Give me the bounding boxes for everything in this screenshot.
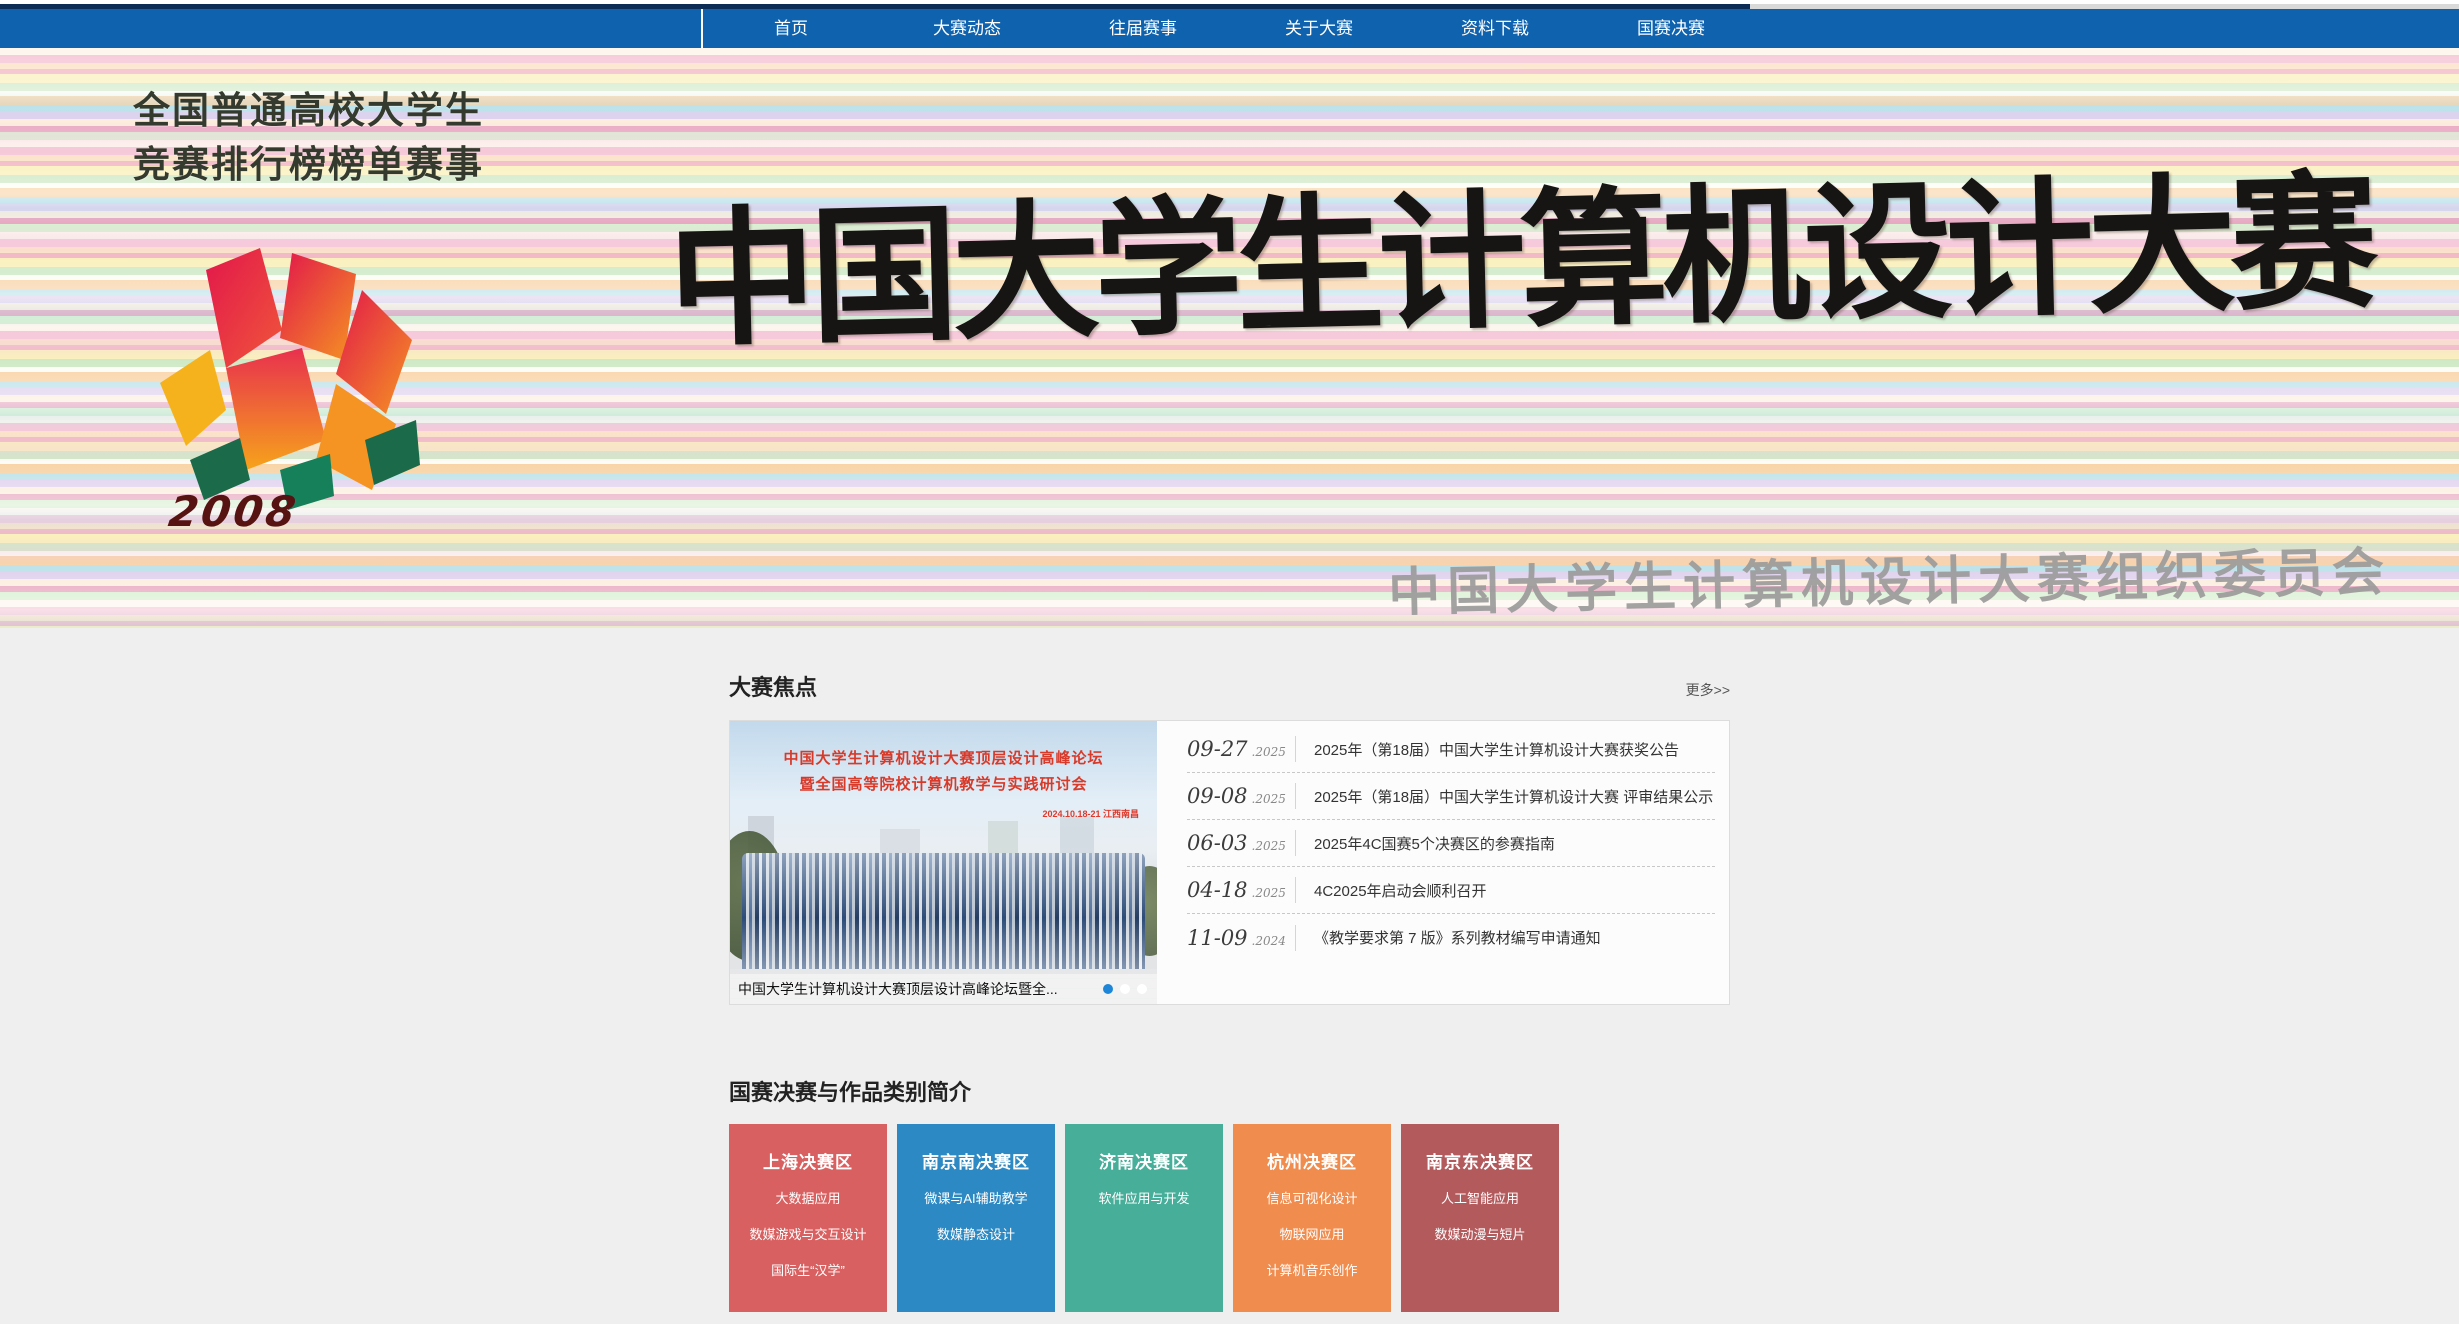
news-date-wrap: 04-18 .2025 <box>1187 878 1279 902</box>
zone-card-line: 数媒静态设计 <box>897 1224 1055 1243</box>
carousel-dots <box>1093 984 1157 994</box>
banner-subtitle: 中国大学生计算机设计大赛组织委员会 <box>1387 530 2391 626</box>
zone-card-lines: 微课与AI辅助教学数媒静态设计 <box>897 1188 1055 1243</box>
photo-crowd <box>742 853 1145 971</box>
flower-petal <box>280 253 356 360</box>
news-divider <box>1295 925 1296 951</box>
nav-item-2[interactable]: 大赛动态 <box>879 9 1055 48</box>
nav-menu: 首页大赛动态往届赛事关于大赛资料下载国赛决赛 <box>701 9 1759 48</box>
nav-item-6[interactable]: 国赛决赛 <box>1583 9 1759 48</box>
banner-tagline-line1: 全国普通高校大学生 <box>133 84 484 138</box>
carousel-dot-3[interactable] <box>1137 984 1147 994</box>
zone-card-title: 南京东决赛区 <box>1401 1148 1559 1173</box>
news-date: 06-03 <box>1187 831 1248 855</box>
zone-card-line: 人工智能应用 <box>1401 1188 1559 1207</box>
flower-petal <box>160 350 226 446</box>
zone-card-lines: 软件应用与开发 <box>1065 1188 1223 1207</box>
news-date-wrap: 09-27 .2025 <box>1187 737 1279 761</box>
news-date: 04-18 <box>1187 878 1248 902</box>
news-divider <box>1295 830 1296 856</box>
news-date-wrap: 06-03 .2025 <box>1187 831 1279 855</box>
news-year: .2025 <box>1252 745 1286 759</box>
zone-card-1[interactable]: 上海决赛区 大数据应用数媒游戏与交互设计国际生“汉学” <box>729 1124 887 1312</box>
zone-card-line: 物联网应用 <box>1233 1224 1391 1243</box>
photo-date: 2024.10.18-21 江西南昌 <box>1042 807 1139 820</box>
zone-card-line: 微课与AI辅助教学 <box>897 1188 1055 1207</box>
zone-card-line: 国际生“汉学” <box>729 1260 887 1279</box>
photo-title-line2: 暨全国高等院校计算机教学与实践研讨会 <box>730 773 1157 794</box>
news-year: .2025 <box>1252 792 1286 806</box>
news-date-wrap: 11-09 .2024 <box>1187 926 1279 950</box>
news-year: .2025 <box>1252 886 1286 900</box>
news-title: 2025年（第18届）中国大学生计算机设计大赛 评审结果公示 <box>1314 786 1713 807</box>
photo-title-line1: 中国大学生计算机设计大赛顶层设计高峰论坛 <box>730 747 1157 768</box>
news-divider <box>1295 877 1296 903</box>
zone-card-line: 大数据应用 <box>729 1188 887 1207</box>
flower-petal <box>206 248 282 368</box>
zones-section-header: 国赛决赛与作品类别简介 <box>729 1081 1730 1105</box>
zone-card-2[interactable]: 南京南决赛区 微课与AI辅助教学数媒静态设计 <box>897 1124 1055 1312</box>
zone-card-3[interactable]: 济南决赛区 软件应用与开发 <box>1065 1124 1223 1312</box>
carousel-dot-2[interactable] <box>1120 984 1130 994</box>
nav-item-5[interactable]: 资料下载 <box>1407 9 1583 48</box>
carousel-dot-1[interactable] <box>1103 984 1113 994</box>
nav-item-3[interactable]: 往届赛事 <box>1055 9 1231 48</box>
zones-section-title: 国赛决赛与作品类别简介 <box>729 1081 971 1105</box>
zone-card-lines: 人工智能应用数媒动漫与短片 <box>1401 1188 1559 1243</box>
banner-tagline: 全国普通高校大学生 竞赛排行榜榜单赛事 <box>133 84 484 192</box>
news-item-2[interactable]: 09-08 .2025 2025年（第18届）中国大学生计算机设计大赛 评审结果… <box>1187 773 1715 820</box>
zone-card-lines: 信息可视化设计物联网应用计算机音乐创作 <box>1233 1188 1391 1279</box>
news-divider <box>1295 783 1296 809</box>
news-title: 2025年4C国赛5个决赛区的参赛指南 <box>1314 833 1555 854</box>
news-item-5[interactable]: 11-09 .2024 《教学要求第 7 版》系列教材编写申请通知 <box>1187 914 1715 961</box>
news-item-1[interactable]: 09-27 .2025 2025年（第18届）中国大学生计算机设计大赛获奖公告 <box>1187 726 1715 773</box>
news-divider <box>1295 736 1296 762</box>
focus-box: 中国大学生计算机设计大赛顶层设计高峰论坛 暨全国高等院校计算机教学与实践研讨会 … <box>729 720 1730 1005</box>
zone-card-title: 杭州决赛区 <box>1233 1148 1391 1173</box>
zone-card-lines: 大数据应用数媒游戏与交互设计国际生“汉学” <box>729 1188 887 1279</box>
main-navbar: 首页大赛动态往届赛事关于大赛资料下载国赛决赛 <box>0 9 2459 48</box>
zone-card-title: 济南决赛区 <box>1065 1148 1223 1173</box>
zone-card-line: 信息可视化设计 <box>1233 1188 1391 1207</box>
hero-banner: 全国普通高校大学生 竞赛排行榜榜单赛事 2008 中国大学生计算机设计大赛 中国… <box>0 48 2459 628</box>
news-date-wrap: 09-08 .2025 <box>1187 784 1279 808</box>
page-content: 大赛焦点 更多>> 中国大学生计算机设计大赛顶层设计高峰论坛 暨全国高等院校计算… <box>729 676 1730 1312</box>
zone-card-title: 南京南决赛区 <box>897 1148 1055 1173</box>
zone-card-line: 数媒动漫与短片 <box>1401 1224 1559 1243</box>
focus-section-header: 大赛焦点 更多>> <box>729 676 1730 700</box>
zone-card-title: 上海决赛区 <box>729 1148 887 1173</box>
zone-card-4[interactable]: 杭州决赛区 信息可视化设计物联网应用计算机音乐创作 <box>1233 1124 1391 1312</box>
news-year: .2024 <box>1252 934 1286 948</box>
news-title: 2025年（第18届）中国大学生计算机设计大赛获奖公告 <box>1314 739 1679 760</box>
zone-card-line: 数媒游戏与交互设计 <box>729 1224 887 1243</box>
news-title: 《教学要求第 7 版》系列教材编写申请通知 <box>1314 927 1601 948</box>
nav-item-4[interactable]: 关于大赛 <box>1231 9 1407 48</box>
news-date: 09-08 <box>1187 784 1248 808</box>
zone-card-5[interactable]: 南京东决赛区 人工智能应用数媒动漫与短片 <box>1401 1124 1559 1312</box>
zone-cards: 上海决赛区 大数据应用数媒游戏与交互设计国际生“汉学” 南京南决赛区 微课与AI… <box>729 1124 1730 1312</box>
nav-item-1[interactable]: 首页 <box>703 9 879 48</box>
banner-tagline-line2: 竞赛排行榜榜单赛事 <box>133 138 484 192</box>
flower-logo: 2008 <box>130 208 430 538</box>
news-date: 09-27 <box>1187 737 1248 761</box>
news-title: 4C2025年启动会顺利召开 <box>1314 880 1487 901</box>
flower-logo-year: 2008 <box>166 487 302 536</box>
carousel-caption-bar: 中国大学生计算机设计大赛顶层设计高峰论坛暨全... <box>730 974 1157 1004</box>
focus-more-link[interactable]: 更多>> <box>1686 680 1730 700</box>
focus-section-title: 大赛焦点 <box>729 676 817 700</box>
news-date: 11-09 <box>1187 926 1248 950</box>
zone-card-line: 计算机音乐创作 <box>1233 1260 1391 1279</box>
news-list: 09-27 .2025 2025年（第18届）中国大学生计算机设计大赛获奖公告 … <box>1157 721 1729 1004</box>
carousel-caption[interactable]: 中国大学生计算机设计大赛顶层设计高峰论坛暨全... <box>730 979 1093 999</box>
news-year: .2025 <box>1252 839 1286 853</box>
zone-card-line: 软件应用与开发 <box>1065 1188 1223 1207</box>
news-item-4[interactable]: 04-18 .2025 4C2025年启动会顺利召开 <box>1187 867 1715 914</box>
news-carousel[interactable]: 中国大学生计算机设计大赛顶层设计高峰论坛 暨全国高等院校计算机教学与实践研讨会 … <box>730 721 1157 1004</box>
banner-main-title: 中国大学生计算机设计大赛 <box>666 121 2374 375</box>
news-item-3[interactable]: 06-03 .2025 2025年4C国赛5个决赛区的参赛指南 <box>1187 820 1715 867</box>
